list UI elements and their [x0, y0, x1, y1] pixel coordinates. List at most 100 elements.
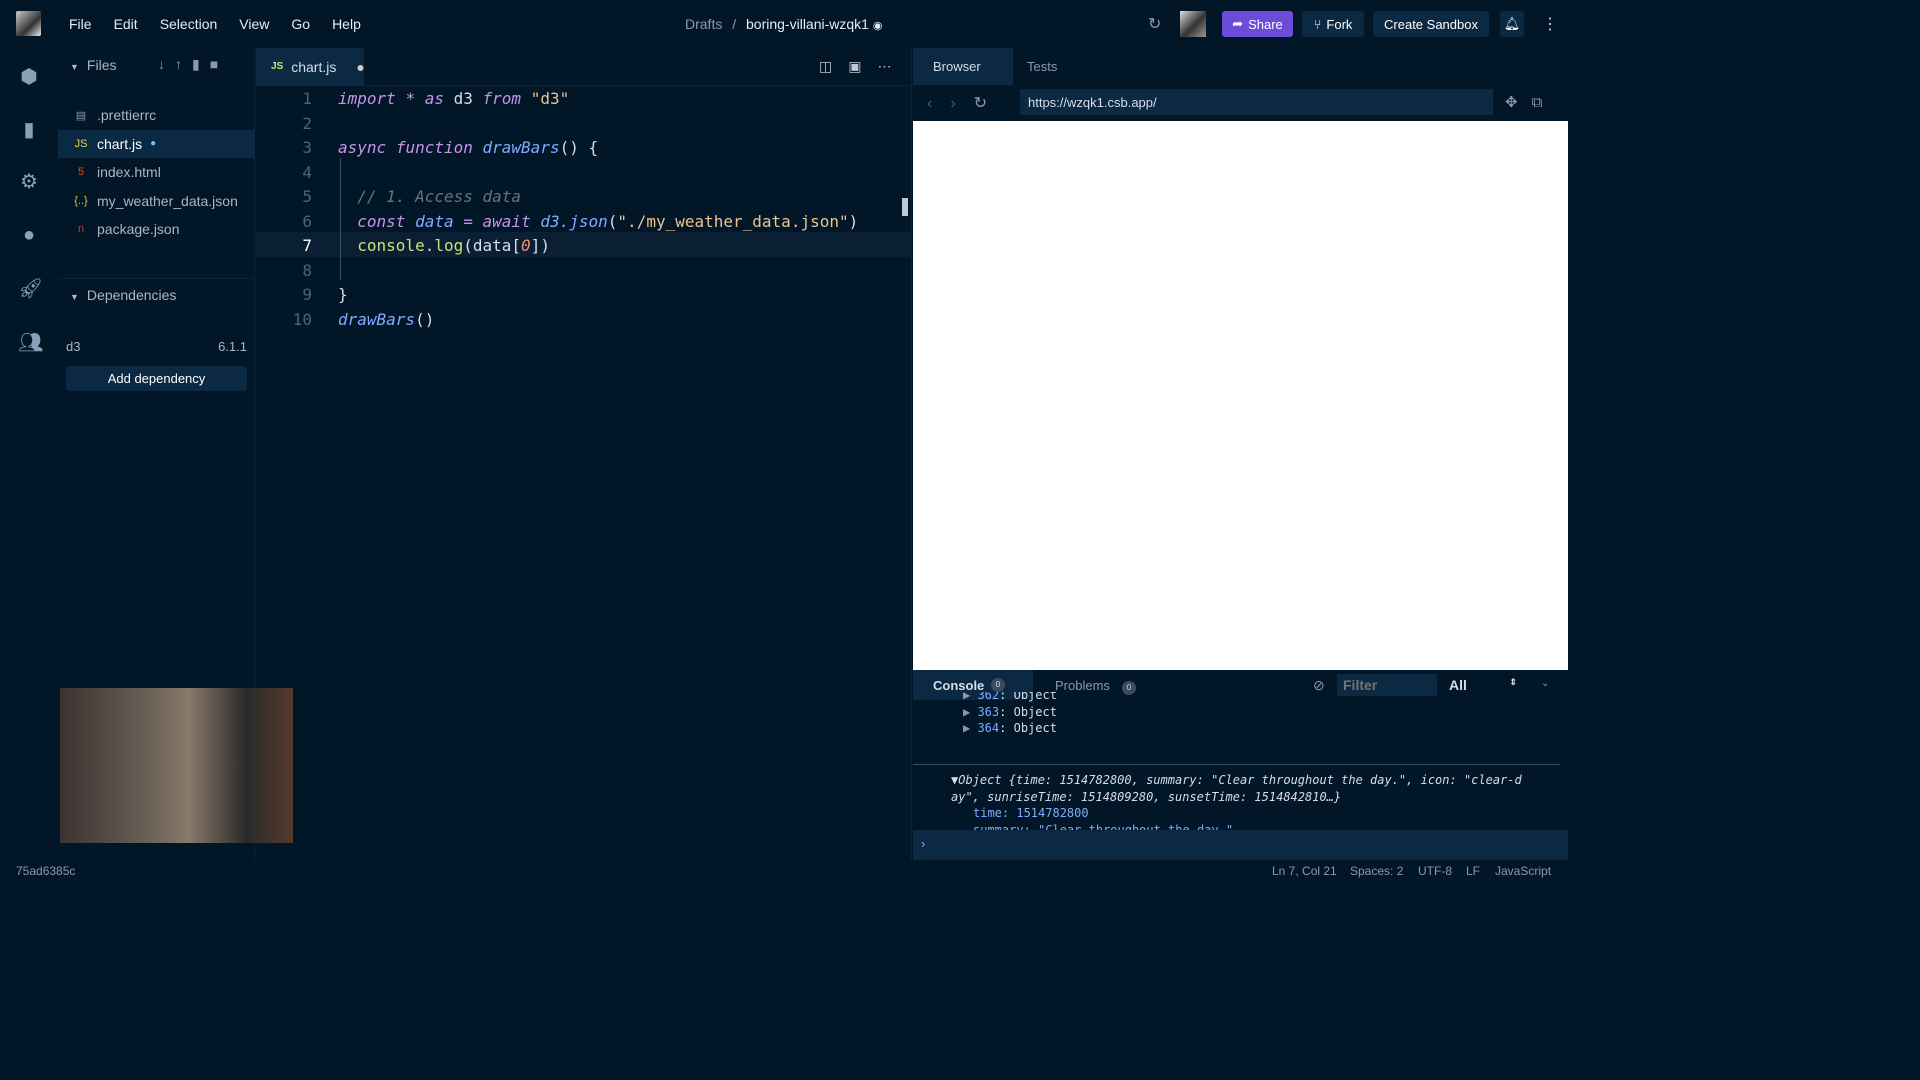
- codesandbox-avatar-logo[interactable]: [16, 11, 41, 36]
- code-line[interactable]: console.log(data[0]): [338, 236, 550, 255]
- file-item[interactable]: {..} my_weather_data.json: [58, 187, 255, 215]
- encoding[interactable]: UTF-8: [1418, 864, 1452, 878]
- code-token: drawBars: [482, 138, 560, 157]
- fork-button[interactable]: ⑂ Fork: [1302, 11, 1364, 37]
- share-icon: ➦: [1232, 16, 1244, 31]
- files-section-header[interactable]: ▼ Files: [70, 57, 116, 73]
- menu-go[interactable]: Go: [280, 16, 321, 32]
- webcam-video-overlay: [60, 688, 293, 843]
- open-new-window-icon[interactable]: ⧉: [1532, 94, 1557, 111]
- menu-view[interactable]: View: [228, 16, 280, 32]
- menu-help[interactable]: Help: [321, 16, 372, 32]
- line-number: 10: [292, 309, 312, 329]
- notifications-bell-icon[interactable]: 🔔︎: [1500, 11, 1524, 37]
- dependencies-title: Dependencies: [86, 287, 177, 303]
- fork-label: Fork: [1326, 16, 1353, 32]
- add-dependency-button[interactable]: Add dependency: [66, 366, 247, 391]
- code-token: ): [848, 211, 859, 231]
- object-summary-line1: Object {time: 1514782800, summary: "Clea…: [958, 773, 1522, 787]
- console-array-row[interactable]: ▶ 363: Object: [963, 705, 1057, 719]
- line-number: 8: [302, 260, 312, 280]
- devtools-icon[interactable]: ✥: [1505, 94, 1532, 111]
- new-file-icon[interactable]: ▮: [192, 56, 210, 72]
- menu-edit[interactable]: Edit: [103, 16, 149, 32]
- forward-icon[interactable]: ›: [950, 95, 973, 112]
- code-token: data: [415, 211, 454, 231]
- tab-chart-js[interactable]: JS chart.js ●: [256, 48, 365, 85]
- share-button[interactable]: ➦ Share: [1222, 11, 1293, 37]
- more-horizontal-icon[interactable]: ⋯: [877, 58, 907, 74]
- prompt-chevron-icon: ›: [921, 836, 926, 851]
- collapse-console-icon[interactable]: ⌄: [1541, 678, 1549, 689]
- code-line[interactable]: }: [338, 285, 348, 304]
- menu-selection[interactable]: Selection: [149, 16, 229, 32]
- code-token: () {: [559, 138, 599, 157]
- code-token: log: [434, 236, 464, 255]
- scrollbar-marker[interactable]: [902, 198, 908, 216]
- code-token: }: [338, 285, 348, 304]
- menu-file[interactable]: File: [58, 16, 103, 32]
- sandbox-name[interactable]: boring-villani-wzqk1: [746, 16, 869, 32]
- github-icon[interactable]: ●: [18, 224, 40, 246]
- divider: [58, 278, 255, 279]
- more-vertical-icon[interactable]: ⋮: [1542, 14, 1558, 34]
- code-token: (data[: [463, 236, 522, 255]
- code-line[interactable]: async function drawBars() {: [338, 138, 598, 157]
- upload-icon[interactable]: ↑: [175, 56, 192, 72]
- code-line[interactable]: // 1. Access data: [338, 187, 521, 206]
- rocket-icon[interactable]: 🚀︎: [18, 278, 43, 300]
- file-item[interactable]: ▤ .prettierrc: [58, 101, 255, 129]
- code-token: .: [424, 236, 435, 255]
- modified-dot-icon: ●: [150, 138, 157, 149]
- new-folder-icon[interactable]: ■: [210, 56, 228, 72]
- code-token: "d3": [530, 89, 570, 108]
- cursor-position[interactable]: Ln 7, Col 21: [1272, 864, 1337, 878]
- refresh-icon[interactable]: ↻: [1148, 14, 1161, 34]
- file-item[interactable]: JS chart.js ●: [58, 129, 255, 158]
- dependencies-section-header[interactable]: ▼ Dependencies: [70, 287, 176, 303]
- code-line[interactable]: const data = await d3.json("./my_weather…: [338, 212, 858, 231]
- url-bar[interactable]: https://wzqk1.csb.app/: [1020, 89, 1493, 115]
- console-array-row[interactable]: ▶ 362: Object: [963, 692, 1057, 702]
- console-object-log[interactable]: ▼Object {time: 1514782800, summary: "Cle…: [951, 772, 1522, 830]
- dependency-row[interactable]: d3 6.1.1: [66, 339, 247, 354]
- preview-icon[interactable]: ▣: [848, 58, 877, 74]
- tab-problems-label: Problems: [1055, 678, 1110, 693]
- fork-icon: ⑂: [1313, 16, 1322, 32]
- divider: [256, 85, 912, 86]
- breadcrumb: Drafts / boring-villani-wzqk1 ◉: [685, 16, 882, 32]
- breadcrumb-drafts[interactable]: Drafts: [685, 16, 722, 32]
- console-array-row[interactable]: ▶ 364: Object: [963, 721, 1057, 735]
- gear-icon[interactable]: ⚙: [18, 171, 40, 193]
- language-mode[interactable]: JavaScript: [1495, 864, 1551, 878]
- tab-browser[interactable]: Browser: [913, 48, 1013, 85]
- code-token: "./my_weather_data.json": [617, 211, 849, 231]
- back-icon[interactable]: ‹: [927, 95, 950, 112]
- create-sandbox-button[interactable]: Create Sandbox: [1373, 11, 1489, 37]
- reload-icon[interactable]: ↻: [974, 95, 1005, 112]
- user-avatar[interactable]: [1180, 11, 1206, 37]
- file-item[interactable]: n package.json: [58, 215, 255, 243]
- object-summary-line2: ay", sunriseTime: 1514809280, sunsetTime…: [951, 789, 1342, 804]
- log-level-value: All: [1449, 677, 1467, 693]
- download-icon[interactable]: ↓: [158, 56, 175, 72]
- select-arrows-icon: ⇕: [1509, 677, 1517, 687]
- indentation[interactable]: Spaces: 2: [1350, 864, 1403, 878]
- code-line[interactable]: drawBars(): [338, 310, 434, 329]
- split-view-icon[interactable]: ◫: [819, 58, 848, 74]
- tab-tests[interactable]: Tests: [1027, 59, 1057, 74]
- line-endings[interactable]: LF: [1466, 864, 1480, 878]
- file-item[interactable]: 5 index.html: [58, 158, 255, 186]
- code-line[interactable]: import * as d3 from "d3": [338, 89, 569, 108]
- cube-icon[interactable]: ⬢: [18, 66, 40, 88]
- code-editor[interactable]: JS chart.js ● ◫▣⋯ 1 import * as d3 from "d3…: [256, 48, 912, 860]
- users-icon[interactable]: 👥︎: [18, 332, 43, 354]
- code-token: function: [395, 138, 473, 157]
- file-icon[interactable]: ▮: [18, 119, 40, 141]
- browser-viewport[interactable]: [913, 121, 1568, 670]
- console-input[interactable]: ›: [913, 830, 1568, 860]
